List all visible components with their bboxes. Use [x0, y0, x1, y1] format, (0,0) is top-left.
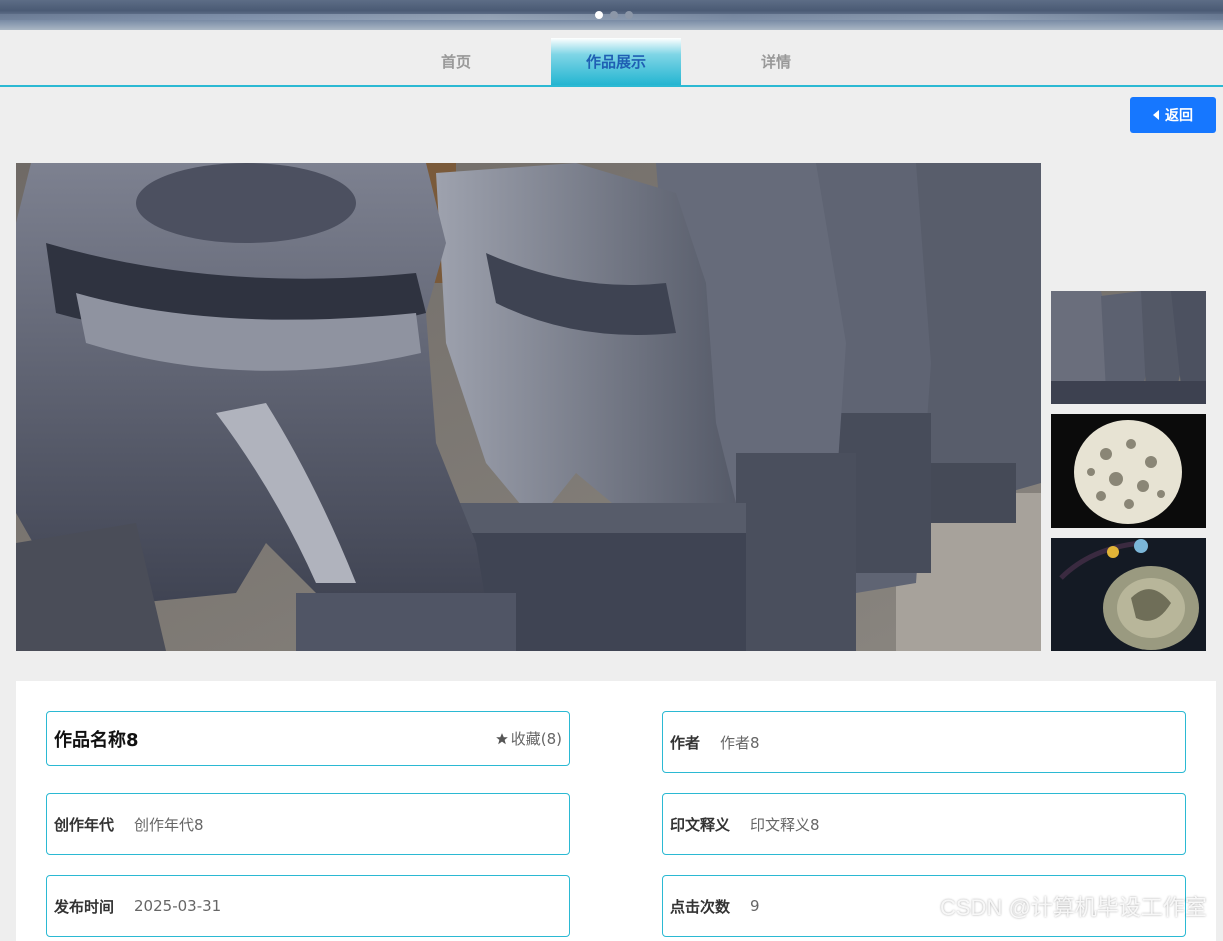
artwork-title-card: 作品名称8 收藏(8)	[46, 711, 570, 766]
stone-lion-thumbnail-image	[1051, 291, 1206, 404]
carousel-dot-2[interactable]	[610, 11, 618, 19]
carved-egg-thumbnail-image	[1051, 414, 1206, 528]
favorite-label: 收藏(8)	[510, 730, 562, 748]
caret-left-icon	[1153, 110, 1159, 120]
jade-pendant-thumbnail-image	[1051, 538, 1206, 651]
tab-home[interactable]: 首页	[391, 38, 521, 85]
tab-details[interactable]: 详情	[711, 38, 841, 85]
nav-tab-bar: 首页 作品展示 详情	[0, 30, 1223, 87]
carousel-dot-1[interactable]	[595, 11, 603, 19]
carousel-dot-3[interactable]	[625, 11, 633, 19]
thumbnail-jade-pendant[interactable]	[1051, 538, 1206, 651]
tab-works[interactable]: 作品展示	[551, 38, 681, 85]
field-creation-era-value: 创作年代8	[134, 815, 204, 834]
field-publish-time-value: 2025-03-31	[134, 897, 222, 915]
field-publish-time-label: 发布时间	[54, 897, 115, 916]
field-seal-meaning-label: 印文释义	[670, 815, 731, 834]
stone-lion-statues-image	[16, 163, 1041, 651]
field-seal-meaning-value: 印文释义8	[750, 815, 820, 834]
back-button-label: 返回	[1165, 108, 1193, 124]
field-publish-time: 发布时间 2025-03-31	[46, 875, 570, 937]
field-seal-meaning: 印文释义 印文释义8	[662, 793, 1186, 855]
favorite-button[interactable]: 收藏(8)	[495, 728, 562, 749]
carousel-dots	[595, 11, 633, 19]
back-button[interactable]: 返回	[1130, 97, 1216, 133]
main-artwork-image	[16, 163, 1041, 651]
field-click-count-value: 9	[750, 897, 760, 915]
watermark-text: CSDN @计算机毕设工作室	[940, 895, 1207, 920]
artwork-title: 作品名称8	[54, 729, 139, 751]
thumbnail-egg-carving[interactable]	[1051, 414, 1206, 528]
field-author: 作者 作者8	[662, 711, 1186, 773]
field-click-count-label: 点击次数	[670, 897, 731, 916]
field-creation-era-label: 创作年代	[54, 815, 115, 834]
field-creation-era: 创作年代 创作年代8	[46, 793, 570, 855]
top-banner	[0, 0, 1223, 30]
field-author-value: 作者8	[720, 733, 760, 752]
thumbnail-lions[interactable]	[1051, 291, 1206, 404]
star-icon	[495, 732, 508, 744]
field-author-label: 作者	[670, 733, 701, 752]
